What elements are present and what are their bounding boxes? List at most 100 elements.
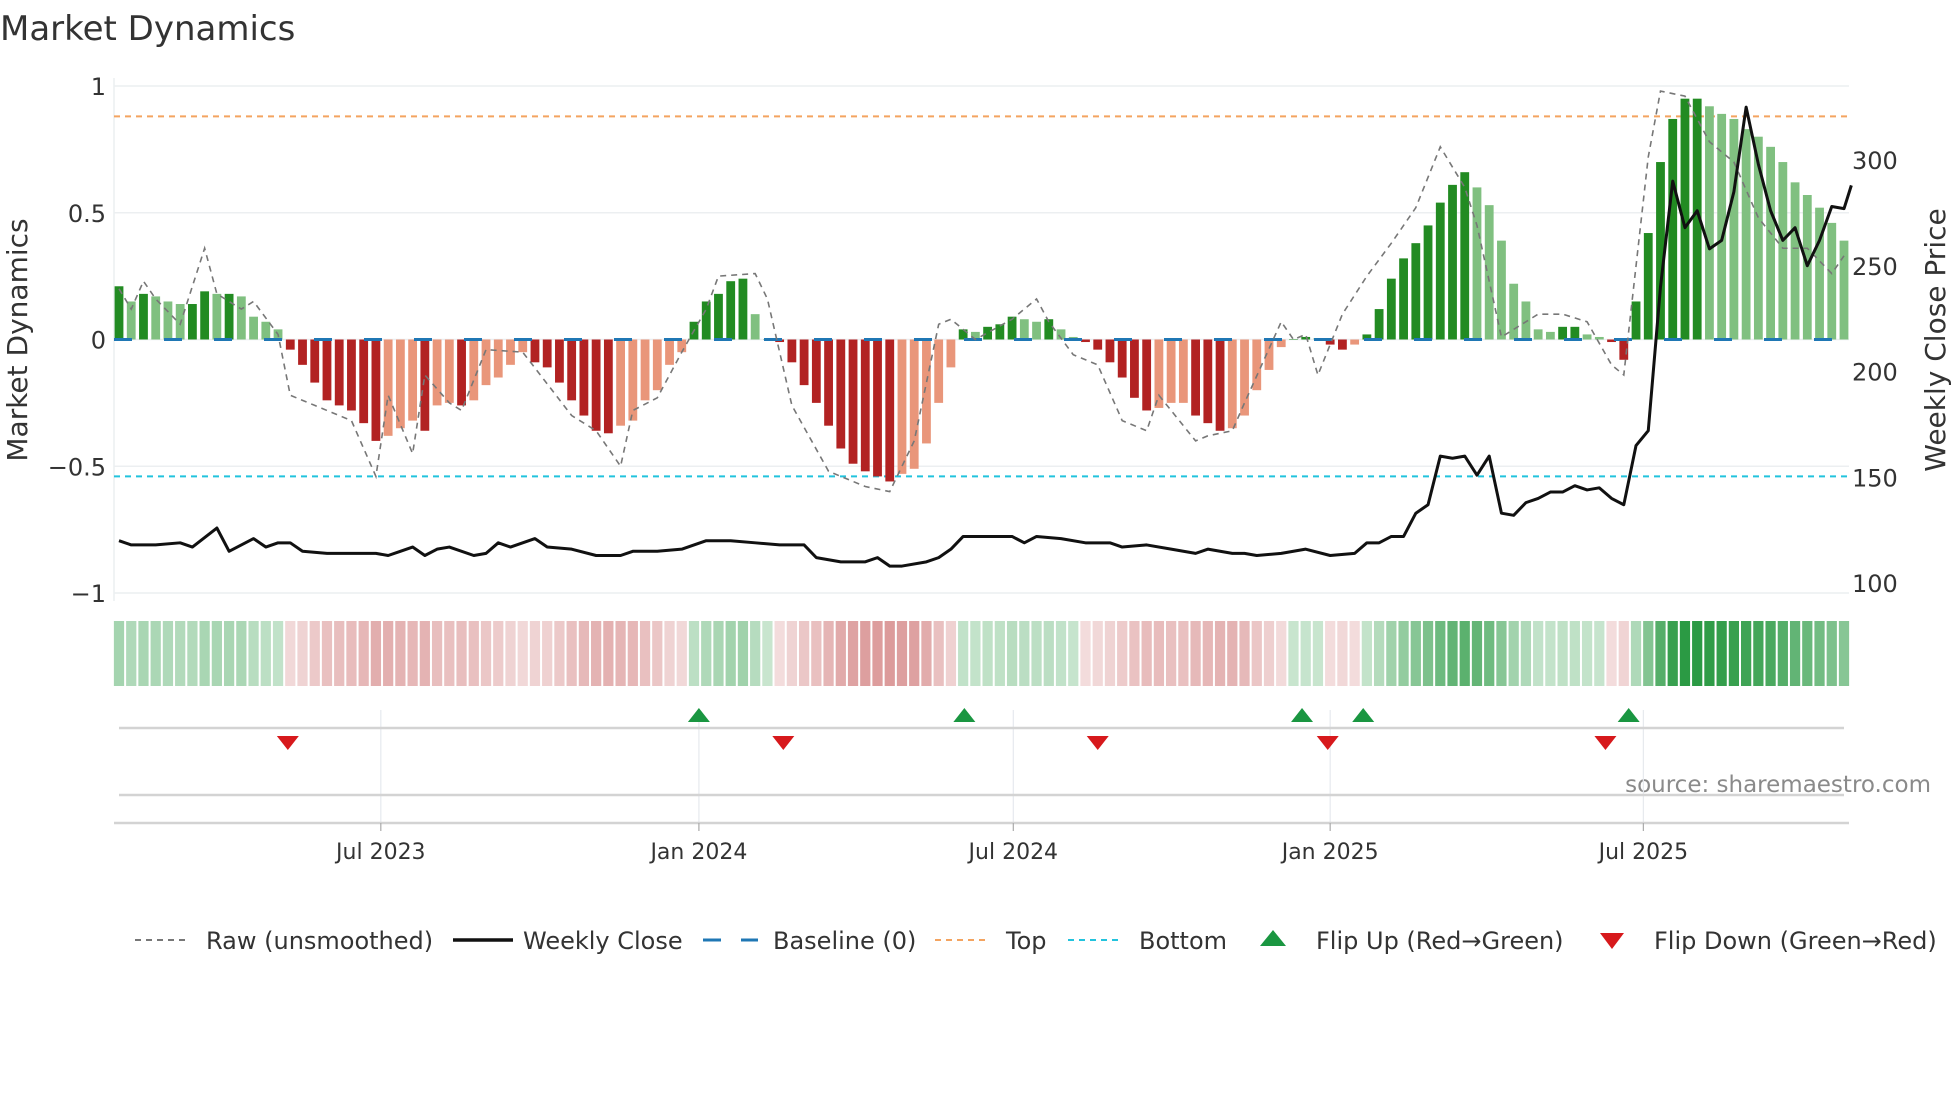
heat-cell bbox=[1141, 621, 1152, 686]
bar bbox=[383, 339, 393, 436]
y2-tick-label: 300 bbox=[1852, 147, 1898, 175]
heat-cell bbox=[1398, 621, 1409, 686]
bar bbox=[1252, 339, 1262, 391]
heat-cell bbox=[1422, 621, 1434, 686]
heat-cell bbox=[1789, 621, 1801, 686]
heat-cell bbox=[627, 621, 638, 686]
bar bbox=[236, 296, 246, 340]
heat-cell bbox=[419, 621, 430, 686]
heat-cell bbox=[1410, 621, 1421, 686]
bar bbox=[114, 286, 124, 340]
bar bbox=[616, 339, 625, 426]
heat-cell bbox=[1655, 621, 1666, 686]
heat-cell bbox=[383, 621, 394, 686]
bar bbox=[738, 278, 748, 340]
heat-cell bbox=[1594, 621, 1605, 686]
bar bbox=[995, 324, 1005, 340]
heat-cell bbox=[1435, 621, 1446, 686]
bar bbox=[1729, 118, 1739, 340]
bar bbox=[1191, 339, 1200, 416]
bar bbox=[1215, 339, 1225, 431]
heat-cell bbox=[1777, 621, 1788, 686]
bar bbox=[909, 339, 919, 469]
heat-cell bbox=[1373, 621, 1385, 686]
heat-cell bbox=[1643, 621, 1654, 686]
bar bbox=[518, 339, 528, 353]
bar bbox=[1154, 339, 1164, 408]
legend-label: Weekly Close bbox=[523, 927, 683, 955]
lines bbox=[114, 90, 1853, 568]
bars bbox=[114, 98, 1849, 482]
heat-cell bbox=[639, 621, 651, 686]
bar bbox=[1301, 336, 1311, 340]
heat-cell bbox=[1055, 621, 1067, 686]
heat-cell bbox=[223, 621, 235, 686]
bar bbox=[555, 339, 564, 383]
bar bbox=[395, 339, 405, 429]
heat-cell bbox=[162, 621, 174, 686]
heat-cell bbox=[1826, 621, 1837, 686]
bar bbox=[750, 314, 760, 340]
heat-cell bbox=[1569, 621, 1580, 686]
bar bbox=[1081, 339, 1090, 343]
legend-label: Baseline (0) bbox=[773, 927, 916, 955]
heat-cell bbox=[591, 621, 602, 686]
bar bbox=[579, 339, 589, 416]
heat-cell bbox=[652, 621, 663, 686]
heat-cell bbox=[1496, 621, 1507, 686]
heat-cell bbox=[921, 621, 932, 686]
bar bbox=[983, 326, 993, 340]
bar bbox=[946, 339, 956, 368]
heat-cell bbox=[1349, 621, 1360, 686]
bar bbox=[1178, 339, 1188, 403]
bar bbox=[897, 339, 907, 474]
bar bbox=[200, 291, 210, 340]
flip-down-marker bbox=[1086, 736, 1109, 750]
heat-cell bbox=[603, 621, 614, 686]
legend-flip-up-icon bbox=[1260, 930, 1286, 946]
bar bbox=[1399, 258, 1408, 340]
heat-cell bbox=[1153, 621, 1165, 686]
bar bbox=[1338, 339, 1347, 350]
bar bbox=[1435, 202, 1445, 340]
chart-title: Market Dynamics bbox=[0, 9, 295, 49]
bar bbox=[249, 316, 258, 340]
bar bbox=[1117, 339, 1127, 378]
heat-cell bbox=[786, 621, 797, 686]
flip-down-marker bbox=[276, 736, 299, 750]
heat-cell bbox=[370, 621, 382, 686]
legend-label: Top bbox=[1005, 927, 1047, 955]
heat-cell bbox=[713, 621, 724, 686]
bar bbox=[922, 339, 931, 444]
y-tick-label: 0.5 bbox=[68, 200, 106, 228]
bar bbox=[322, 339, 332, 401]
bar bbox=[1166, 339, 1176, 403]
heat-cell bbox=[1533, 621, 1544, 686]
y-tick-label: 1 bbox=[91, 73, 106, 101]
heat-cell bbox=[615, 621, 626, 686]
bar bbox=[1142, 339, 1152, 411]
bar bbox=[1839, 240, 1849, 340]
heat-cell bbox=[468, 621, 479, 686]
heat-cell bbox=[774, 621, 785, 686]
y-axis-label: Market Dynamics bbox=[1, 218, 34, 461]
heat-cell bbox=[199, 621, 210, 686]
bar bbox=[212, 293, 222, 340]
heat-cell bbox=[1386, 621, 1397, 686]
heat-cell bbox=[1704, 621, 1715, 686]
heat-cell bbox=[958, 621, 969, 686]
heat-cell bbox=[113, 621, 125, 686]
y-tick-label: −0.5 bbox=[48, 453, 106, 481]
bar bbox=[1594, 336, 1604, 340]
bar bbox=[1019, 319, 1029, 340]
heat-cell bbox=[1459, 621, 1470, 686]
heat-cell bbox=[688, 621, 700, 686]
flip-down-marker bbox=[1316, 736, 1339, 750]
heat-cell bbox=[175, 621, 186, 686]
heat-cell bbox=[566, 621, 577, 686]
x-tick-label: Jul 2025 bbox=[1597, 840, 1689, 865]
heat-cell bbox=[309, 621, 320, 686]
bar bbox=[1631, 301, 1641, 340]
heat-cell bbox=[1214, 621, 1226, 686]
bar bbox=[1289, 339, 1298, 340]
